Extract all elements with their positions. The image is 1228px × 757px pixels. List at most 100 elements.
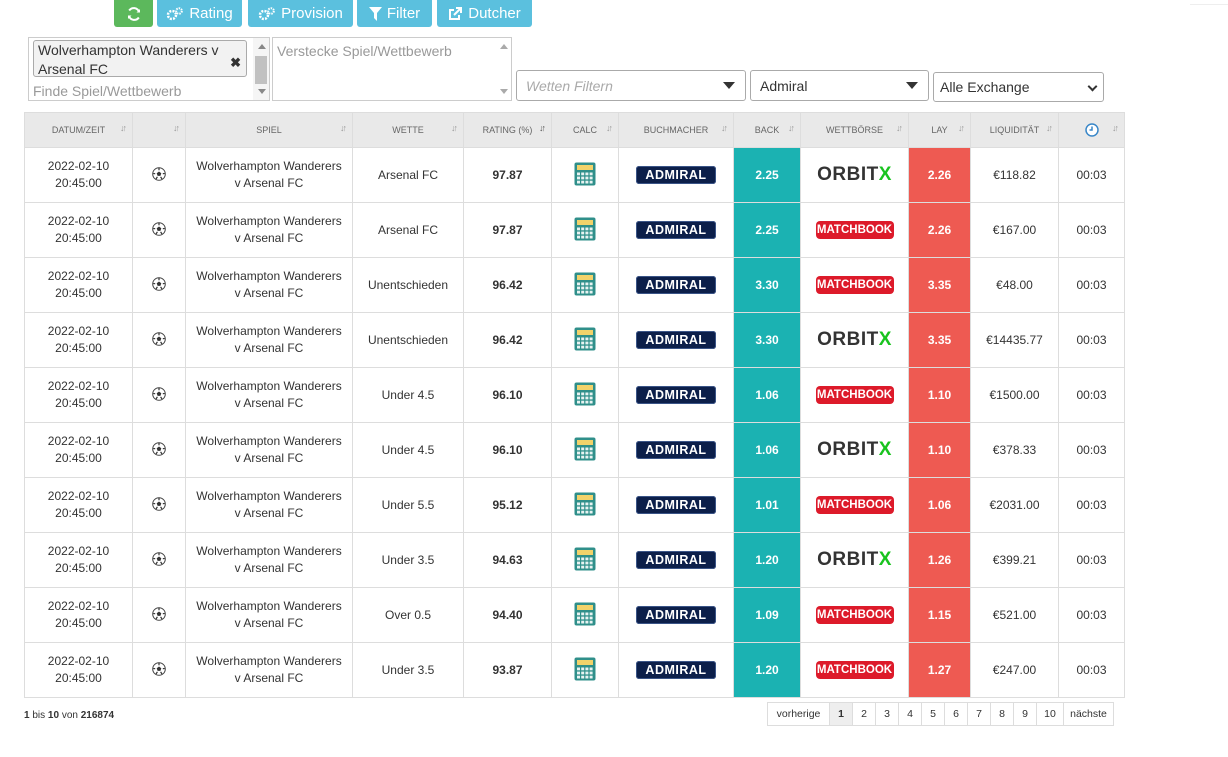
lay-odds-cell[interactable]: 1.06 xyxy=(908,477,971,533)
back-odds-cell[interactable]: 1.06 xyxy=(733,422,801,478)
calc-cell[interactable] xyxy=(551,587,619,643)
column-header[interactable]: Wettbörse ↓↑ xyxy=(800,112,909,148)
exchange-cell[interactable]: ORBITX xyxy=(800,532,909,588)
back-odds-cell[interactable]: 3.30 xyxy=(733,312,801,368)
column-header[interactable]: Buchmacher ↓↑ xyxy=(618,112,734,148)
game-cell[interactable]: Wolverhampton Wanderers v Arsenal FC xyxy=(185,147,353,203)
bookmaker-cell[interactable]: ADMIRAL xyxy=(618,312,734,368)
calculator-icon[interactable] xyxy=(574,272,596,299)
bookmaker-logo-admiral[interactable]: ADMIRAL xyxy=(636,386,716,404)
page-button[interactable]: vorherige xyxy=(767,702,830,726)
scroll-up-icon[interactable] xyxy=(258,44,266,49)
calculator-icon[interactable] xyxy=(574,492,596,519)
remove-chip-icon[interactable]: ✖ xyxy=(230,53,241,72)
bookmaker-cell[interactable]: ADMIRAL xyxy=(618,202,734,258)
bookmaker-logo-admiral[interactable]: ADMIRAL xyxy=(636,276,716,294)
game-cell[interactable]: Wolverhampton Wanderers v Arsenal FC xyxy=(185,642,353,698)
back-odds-cell[interactable]: 1.09 xyxy=(733,587,801,643)
bookmaker-cell[interactable]: ADMIRAL xyxy=(618,147,734,203)
bookmaker-cell[interactable]: ADMIRAL xyxy=(618,477,734,533)
lay-odds-cell[interactable]: 1.26 xyxy=(908,532,971,588)
calculator-icon[interactable] xyxy=(574,162,596,189)
calculator-icon[interactable] xyxy=(574,217,596,244)
calculator-icon[interactable] xyxy=(574,382,596,409)
column-header[interactable]: Spiel ↓↑ xyxy=(185,112,353,148)
provision-button[interactable]: Provision xyxy=(248,0,353,27)
rating-button[interactable]: Rating xyxy=(157,0,242,27)
calculator-icon[interactable] xyxy=(574,602,596,629)
back-odds-cell[interactable]: 2.25 xyxy=(733,147,801,203)
table-row[interactable]: 2022-02-10 20:45:00 Wolverhampton Wanderer… xyxy=(24,642,1125,698)
page-button[interactable]: 2 xyxy=(852,702,876,726)
back-odds-cell[interactable]: 1.06 xyxy=(733,367,801,423)
table-row[interactable]: 2022-02-10 20:45:00 Wolverhampton Wanderer… xyxy=(24,532,1125,588)
bookmaker-logo-admiral[interactable]: ADMIRAL xyxy=(636,221,716,239)
exchange-cell[interactable]: MATCHBOOK xyxy=(800,257,909,313)
column-header[interactable]: ↓↑ xyxy=(1058,112,1125,148)
calc-cell[interactable] xyxy=(551,477,619,533)
exchange-cell[interactable]: MATCHBOOK xyxy=(800,367,909,423)
table-row[interactable]: 2022-02-10 20:45:00 Wolverhampton Wanderer… xyxy=(24,587,1125,643)
calc-cell[interactable] xyxy=(551,642,619,698)
scroll-down-icon[interactable] xyxy=(258,89,266,94)
game-cell[interactable]: Wolverhampton Wanderers v Arsenal FC xyxy=(185,422,353,478)
bookmaker-logo-admiral[interactable]: ADMIRAL xyxy=(636,496,716,514)
scrollbar[interactable] xyxy=(495,38,511,100)
bets-filter-select[interactable]: Wetten Filtern xyxy=(516,70,746,101)
bookmaker-logo-admiral[interactable]: ADMIRAL xyxy=(636,661,716,679)
refresh-button[interactable] xyxy=(114,0,153,27)
back-odds-cell[interactable]: 1.20 xyxy=(733,532,801,588)
calculator-icon[interactable] xyxy=(574,327,596,354)
game-cell[interactable]: Wolverhampton Wanderers v Arsenal FC xyxy=(185,532,353,588)
bookmaker-cell[interactable]: ADMIRAL xyxy=(618,367,734,423)
calc-cell[interactable] xyxy=(551,257,619,313)
bookmaker-cell[interactable]: ADMIRAL xyxy=(618,257,734,313)
table-row[interactable]: 2022-02-10 20:45:00 Wolverhampton Wanderer… xyxy=(24,312,1125,368)
page-button[interactable]: 3 xyxy=(875,702,899,726)
exchange-cell[interactable]: MATCHBOOK xyxy=(800,587,909,643)
page-button[interactable]: 8 xyxy=(990,702,1014,726)
hide-filter-select[interactable]: Verstecke Spiel/Wettbewerb xyxy=(272,37,512,101)
lay-odds-cell[interactable]: 1.15 xyxy=(908,587,971,643)
back-odds-cell[interactable]: 1.20 xyxy=(733,642,801,698)
table-row[interactable]: 2022-02-10 20:45:00 Wolverhampton Wanderer… xyxy=(24,422,1125,478)
bookmaker-logo-admiral[interactable]: ADMIRAL xyxy=(636,441,716,459)
scrollbar-thumb[interactable] xyxy=(255,56,267,84)
column-header[interactable]: Wette ↓↑ xyxy=(352,112,464,148)
column-header[interactable]: Calc ↓↑ xyxy=(551,112,619,148)
game-cell[interactable]: Wolverhampton Wanderers v Arsenal FC xyxy=(185,367,353,423)
scroll-down-icon[interactable] xyxy=(500,89,508,94)
lay-odds-cell[interactable]: 3.35 xyxy=(908,257,971,313)
bookmaker-cell[interactable]: ADMIRAL xyxy=(618,422,734,478)
exchange-cell[interactable]: ORBITX xyxy=(800,422,909,478)
exchange-cell[interactable]: MATCHBOOK xyxy=(800,642,909,698)
back-odds-cell[interactable]: 2.25 xyxy=(733,202,801,258)
column-header[interactable]: Lay ↓↑ xyxy=(908,112,971,148)
page-button[interactable]: nächste xyxy=(1063,702,1114,726)
column-header[interactable]: ↓↑ xyxy=(132,112,186,148)
exchange-cell[interactable]: ORBITX xyxy=(800,312,909,368)
hide-search-input[interactable]: Verstecke Spiel/Wettbewerb xyxy=(277,43,452,59)
scrollbar[interactable] xyxy=(253,38,269,100)
page-button[interactable]: 9 xyxy=(1013,702,1037,726)
game-cell[interactable]: Wolverhampton Wanderers v Arsenal FC xyxy=(185,477,353,533)
filter-button[interactable]: Filter xyxy=(357,0,432,27)
table-row[interactable]: 2022-02-10 20:45:00 Wolverhampton Wanderer… xyxy=(24,367,1125,423)
calc-cell[interactable] xyxy=(551,532,619,588)
exchange-cell[interactable]: ORBITX xyxy=(800,147,909,203)
bookmaker-logo-admiral[interactable]: ADMIRAL xyxy=(636,331,716,349)
match-search-input[interactable]: Finde Spiel/Wettbewerb xyxy=(33,83,181,99)
page-button[interactable]: 4 xyxy=(898,702,922,726)
calc-cell[interactable] xyxy=(551,422,619,478)
column-header[interactable]: Back ↓↑ xyxy=(733,112,801,148)
lay-odds-cell[interactable]: 1.10 xyxy=(908,367,971,423)
page-button[interactable]: 7 xyxy=(967,702,991,726)
lay-odds-cell[interactable]: 1.10 xyxy=(908,422,971,478)
game-cell[interactable]: Wolverhampton Wanderers v Arsenal FC xyxy=(185,257,353,313)
calc-cell[interactable] xyxy=(551,202,619,258)
bookmaker-cell[interactable]: ADMIRAL xyxy=(618,587,734,643)
back-odds-cell[interactable]: 1.01 xyxy=(733,477,801,533)
column-header[interactable]: Liquidität ↓↑ xyxy=(970,112,1059,148)
calculator-icon[interactable] xyxy=(574,547,596,574)
lay-odds-cell[interactable]: 1.27 xyxy=(908,642,971,698)
